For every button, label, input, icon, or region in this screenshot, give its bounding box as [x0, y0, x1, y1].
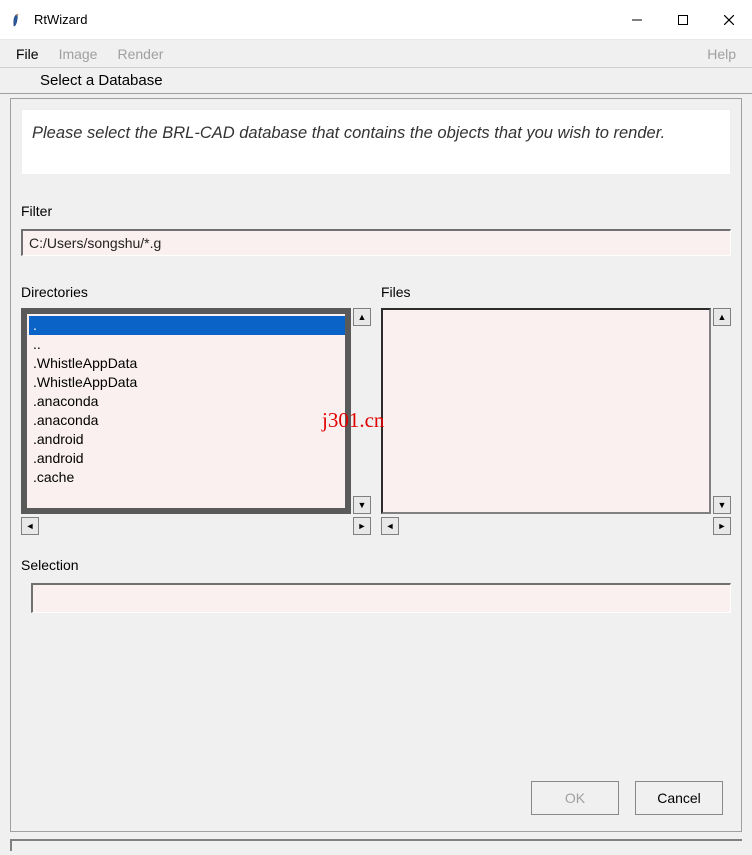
scroll-right-icon[interactable]: ► — [353, 517, 371, 535]
files-label: Files — [381, 284, 731, 300]
scroll-up-icon[interactable]: ▲ — [353, 308, 371, 326]
scroll-down-icon[interactable]: ▼ — [353, 496, 371, 514]
filter-input[interactable] — [21, 229, 731, 256]
directories-hscrollbar[interactable]: ◄ ► — [21, 517, 371, 535]
list-item[interactable]: .WhistleAppData — [29, 373, 345, 392]
list-item[interactable]: .anaconda — [29, 392, 345, 411]
cancel-button[interactable]: Cancel — [635, 781, 723, 815]
maximize-button[interactable] — [660, 0, 706, 39]
page: Select a Database Please select the BRL-… — [0, 68, 752, 832]
menu-render[interactable]: Render — [107, 42, 173, 66]
content-frame: Please select the BRL-CAD database that … — [10, 98, 742, 832]
menu-image[interactable]: Image — [49, 42, 108, 66]
scroll-up-icon[interactable]: ▲ — [713, 308, 731, 326]
directories-label: Directories — [21, 284, 371, 300]
scroll-down-icon[interactable]: ▼ — [713, 496, 731, 514]
minimize-button[interactable] — [614, 0, 660, 39]
list-item[interactable]: .android — [29, 430, 345, 449]
files-pane: Files ▲ ▼ ◄ ► — [381, 284, 731, 535]
ok-button[interactable]: OK — [531, 781, 619, 815]
files-listbox[interactable] — [381, 308, 711, 514]
list-item[interactable]: .WhistleAppData — [29, 354, 345, 373]
list-item[interactable]: .anaconda — [29, 411, 345, 430]
section-title: Select a Database — [0, 68, 752, 94]
status-bar — [10, 839, 742, 851]
menu-file[interactable]: File — [6, 42, 49, 66]
filter-label: Filter — [21, 203, 731, 219]
directories-pane: Directories ....WhistleAppData.WhistleAp… — [21, 284, 371, 535]
files-vscrollbar[interactable]: ▲ ▼ — [713, 308, 731, 514]
menubar: File Image Render Help — [0, 40, 752, 68]
window-controls — [614, 0, 752, 39]
list-item[interactable]: .. — [29, 335, 345, 354]
window-title: RtWizard — [34, 12, 87, 27]
instruction-text: Please select the BRL-CAD database that … — [21, 109, 731, 175]
directories-vscrollbar[interactable]: ▲ ▼ — [353, 308, 371, 514]
scroll-left-icon[interactable]: ◄ — [21, 517, 39, 535]
selection-label: Selection — [21, 557, 731, 573]
files-hscrollbar[interactable]: ◄ ► — [381, 517, 731, 535]
app-icon — [10, 12, 26, 28]
list-item[interactable]: .android — [29, 449, 345, 468]
close-button[interactable] — [706, 0, 752, 39]
list-item[interactable]: .cache — [29, 468, 345, 487]
scroll-left-icon[interactable]: ◄ — [381, 517, 399, 535]
scroll-right-icon[interactable]: ► — [713, 517, 731, 535]
titlebar: RtWizard — [0, 0, 752, 40]
directories-listbox[interactable]: ....WhistleAppData.WhistleAppData.anacon… — [21, 308, 351, 514]
selection-input[interactable] — [31, 583, 731, 613]
list-item[interactable]: . — [29, 316, 345, 335]
menu-help[interactable]: Help — [697, 42, 746, 66]
